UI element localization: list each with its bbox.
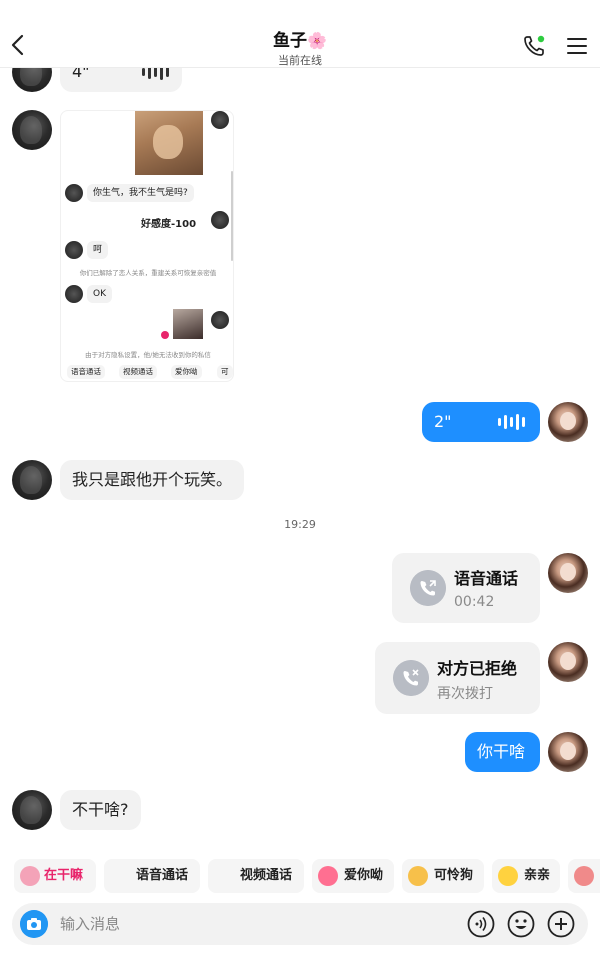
my-avatar[interactable] xyxy=(548,642,588,682)
message-input[interactable]: 输入消息 xyxy=(60,903,120,945)
mini-bubble-in: 你生气，我不生气是吗? xyxy=(87,184,194,202)
text-message-out[interactable]: 你干啥 xyxy=(465,732,540,772)
quick-reply-label: 爱你呦 xyxy=(344,868,384,883)
contact-name[interactable]: 鱼子🌸 xyxy=(0,26,600,51)
image-message-in[interactable]: 你生气，我不生气是吗? 好感度-100 呵 你们已解除了恋人关系，重建关系可恢复… xyxy=(60,110,234,382)
quick-reply-chip[interactable]: 亲亲 xyxy=(492,859,560,893)
contact-avatar[interactable] xyxy=(12,790,52,830)
dog-emoji-icon xyxy=(408,866,428,886)
gift-emoji-icon xyxy=(20,866,40,886)
error-dot-icon xyxy=(161,331,169,339)
camera-icon[interactable] xyxy=(20,910,48,938)
image-scrollbar xyxy=(231,171,233,261)
mini-chip: 视频通话 xyxy=(119,365,157,379)
mini-avatar xyxy=(211,211,229,229)
call-rejected-card[interactable]: 对方已拒绝 再次拨打 xyxy=(375,642,540,714)
heart-eyes-emoji-icon xyxy=(318,866,338,886)
call-rejected-icon xyxy=(393,660,429,696)
emoji-icon xyxy=(574,866,594,886)
chat-header: 鱼子🌸 当前在线 xyxy=(0,0,600,68)
call-out-icon xyxy=(410,570,446,606)
call-title: 语音通话 xyxy=(454,569,519,588)
my-avatar[interactable] xyxy=(548,402,588,442)
voice-message-out[interactable]: 2" xyxy=(422,402,540,442)
voice-wave-icon xyxy=(498,402,525,442)
call-record-card[interactable]: 语音通话 00:42 xyxy=(392,553,540,623)
menu-icon[interactable] xyxy=(566,36,588,56)
mini-photo xyxy=(173,309,203,339)
mini-avatar xyxy=(211,311,229,329)
contact-avatar[interactable] xyxy=(12,110,52,150)
my-avatar[interactable] xyxy=(548,553,588,593)
online-status: 当前在线 xyxy=(278,54,322,67)
mini-system-note: 你们已解除了恋人关系，重建关系可恢复亲密值 xyxy=(79,269,217,277)
cat-photo xyxy=(135,111,203,175)
text-message-in[interactable]: 我只是跟他开个玩笑。 xyxy=(60,460,245,500)
flower-emoji-icon: 🌸 xyxy=(307,31,327,50)
contact-name-text: 鱼子 xyxy=(273,31,308,51)
voice-input-icon[interactable] xyxy=(467,910,495,938)
quick-reply-chip[interactable]: 语音通话 xyxy=(104,859,200,893)
message-input-bar: 输入消息 xyxy=(12,903,588,945)
mini-bubble-out: 好感度-100 xyxy=(141,219,197,230)
emoji-icon[interactable] xyxy=(507,910,535,938)
plus-icon[interactable] xyxy=(547,910,575,938)
mini-bubble-in: 呵 xyxy=(87,241,109,259)
quick-reply-label: 可怜狗 xyxy=(434,868,474,883)
mini-avatar xyxy=(65,241,83,259)
mini-avatar xyxy=(211,111,229,129)
contact-avatar[interactable] xyxy=(12,460,52,500)
mini-chip: 可 xyxy=(217,365,233,379)
timestamp: 19:29 xyxy=(284,518,316,531)
call-title: 对方已拒绝 xyxy=(437,659,518,678)
header-title-block: 鱼子🌸 当前在线 xyxy=(0,26,600,68)
quick-reply-label: 亲亲 xyxy=(524,868,551,883)
kiss-emoji-icon xyxy=(498,866,518,886)
quick-reply-label: 语音通话 xyxy=(136,868,189,883)
my-avatar[interactable] xyxy=(548,732,588,772)
mini-chip: 爱你呦 xyxy=(171,365,202,379)
phone-call-icon[interactable] xyxy=(522,34,546,58)
quick-reply-chip[interactable]: 爱你呦 xyxy=(312,859,394,893)
mini-avatar xyxy=(65,285,83,303)
mini-avatar xyxy=(65,184,83,202)
quick-reply-chip[interactable]: 在干嘛 xyxy=(14,859,96,893)
call-duration: 00:42 xyxy=(454,594,495,610)
quick-reply-chip-partial[interactable] xyxy=(568,859,600,893)
mini-chip: 语音通话 xyxy=(67,365,105,379)
redial-link[interactable]: 再次拨打 xyxy=(437,683,493,703)
quick-reply-chip[interactable]: 视频通话 xyxy=(208,859,304,893)
voice-duration: 2" xyxy=(434,412,452,431)
quick-reply-label: 在干嘛 xyxy=(44,868,84,883)
quick-reply-chip[interactable]: 可怜狗 xyxy=(402,859,484,893)
text-message-in[interactable]: 不干啥? xyxy=(60,790,141,830)
quick-reply-label: 视频通话 xyxy=(240,868,293,883)
mini-bubble-in: OK xyxy=(87,285,112,303)
mini-system-note: 由于对方隐私设置，他/她无法收到你的私信 xyxy=(85,351,211,359)
